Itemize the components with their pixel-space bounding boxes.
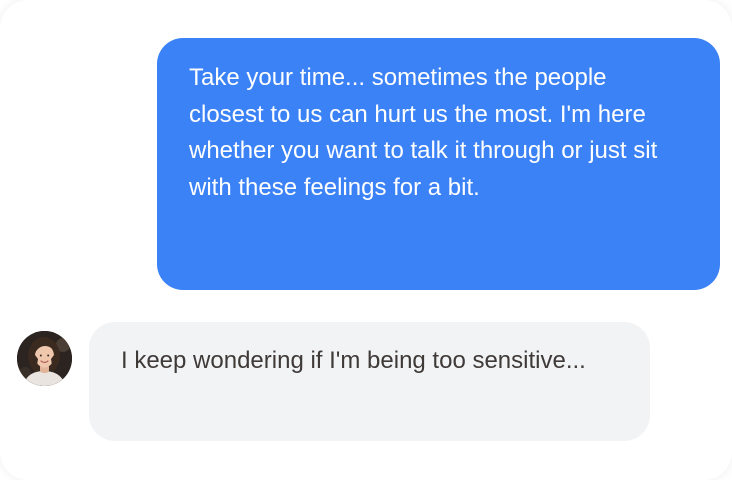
received-message-bubble: I keep wondering if I'm being too sensit… [89, 322, 650, 441]
chat-panel: Take your time... sometimes the people c… [0, 0, 732, 480]
avatar-photo-icon [17, 331, 72, 386]
sent-message-text: Take your time... sometimes the people c… [189, 64, 658, 201]
contact-avatar-icon[interactable] [17, 331, 72, 386]
sent-message-bubble: Take your time... sometimes the people c… [157, 38, 720, 290]
received-message-text: I keep wondering if I'm being too sensit… [121, 347, 586, 374]
